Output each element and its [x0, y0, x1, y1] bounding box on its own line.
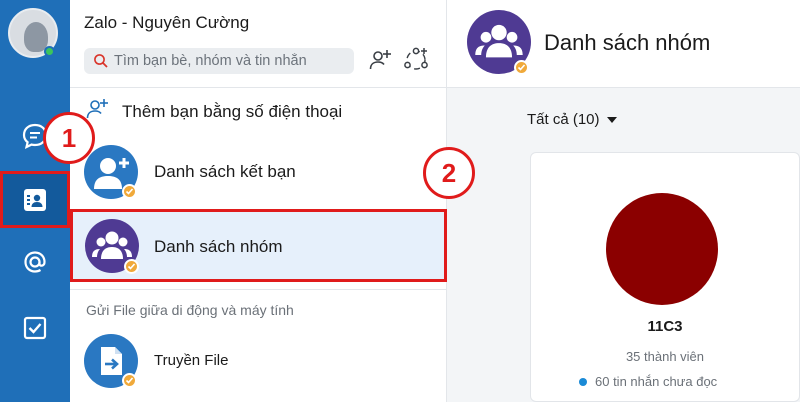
file-transfer-label: Truyền File — [154, 352, 229, 369]
create-group-button[interactable] — [402, 46, 430, 74]
content-header: Danh sách nhóm — [447, 0, 800, 88]
search-box[interactable] — [84, 48, 354, 74]
contact-card-icon — [24, 189, 46, 211]
file-transfer-row[interactable]: Truyền File — [70, 330, 447, 394]
group-list-content: Danh sách nhóm Tất cả (10) 11C3 35 thành… — [447, 0, 800, 402]
create-group-icon — [404, 47, 428, 70]
group-unread: 60 tin nhắn chưa đọc — [579, 374, 717, 389]
group-list-label: Danh sách nhóm — [154, 237, 283, 256]
page-title: Danh sách nhóm — [544, 30, 711, 55]
group-member-count: 35 thành viên — [625, 349, 705, 364]
file-section-label: Gửi File giữa di động và máy tính — [86, 302, 294, 318]
search-input[interactable] — [114, 48, 348, 74]
section-divider — [70, 289, 447, 290]
unread-dot — [579, 377, 587, 386]
add-friend-button[interactable] — [366, 46, 394, 74]
verified-badge-icon — [514, 60, 529, 75]
contacts-panel: Zalo - Nguyên Cường Tìm bạn bè, nhóm và … — [70, 0, 447, 402]
verified-badge-icon — [122, 184, 137, 199]
online-status-dot — [44, 46, 55, 57]
group-name: 11C3 — [647, 318, 683, 335]
verified-badge-icon — [122, 373, 137, 388]
group-card[interactable]: 11C3 35 thành viên 60 tin nhắn chưa đọc — [530, 152, 800, 402]
search-icon — [94, 54, 108, 68]
step-marker-2: 2 — [423, 147, 475, 199]
friends-list-row[interactable]: Danh sách kết bạn — [70, 140, 447, 204]
filter-dropdown[interactable]: Tất cả (10) — [527, 111, 618, 128]
step-marker-1: 1 — [43, 112, 95, 164]
panel-header: Zalo - Nguyên Cường — [70, 0, 447, 88]
verified-badge-icon — [124, 259, 139, 274]
friends-list-label: Danh sách kết bạn — [154, 162, 296, 181]
nav-mentions-button[interactable] — [17, 244, 53, 280]
zalo-window: Zalo - Nguyên Cường Tìm bạn bè, nhóm và … — [0, 0, 800, 402]
filter-label: Tất cả (10) — [527, 111, 600, 128]
add-friend-icon — [369, 50, 391, 70]
group-unread-label: 60 tin nhắn chưa đọc — [595, 374, 718, 389]
caret-down-icon — [606, 116, 617, 123]
left-navbar — [0, 0, 70, 402]
nav-todo-button[interactable] — [17, 310, 53, 346]
add-friend-icon — [86, 99, 108, 119]
add-by-phone-row[interactable]: Thêm bạn bằng số điện thoại — [70, 88, 447, 134]
add-by-phone-label: Thêm bạn bằng số điện thoại — [122, 102, 343, 121]
group-avatar — [606, 193, 718, 305]
nav-contacts-button[interactable] — [0, 171, 70, 228]
app-title: Zalo - Nguyên Cường — [84, 13, 250, 32]
at-sign-icon — [24, 251, 46, 273]
checkbox-icon — [23, 316, 47, 340]
group-list-row[interactable]: Danh sách nhóm — [70, 209, 447, 282]
